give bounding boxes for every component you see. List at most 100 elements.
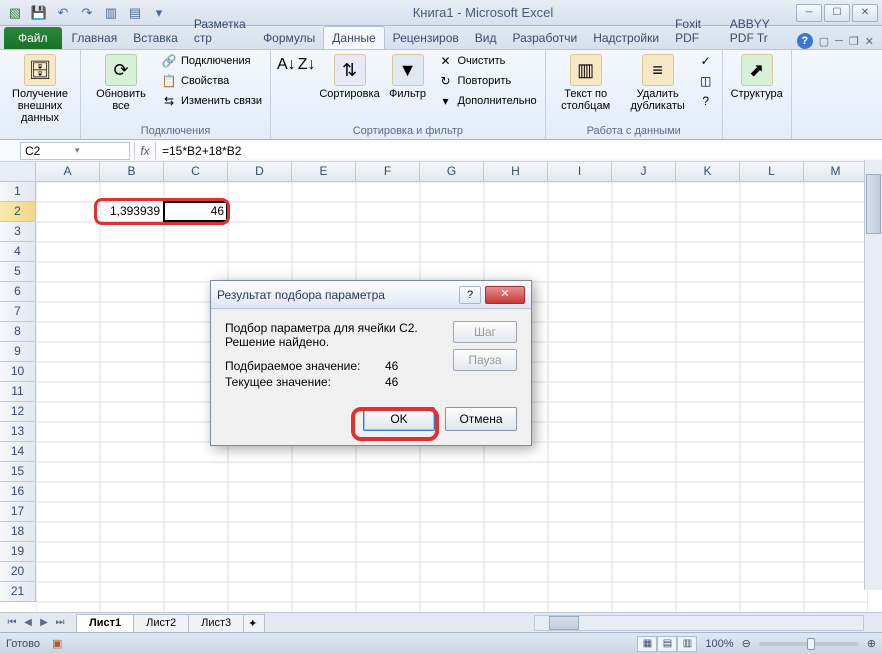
filter-button[interactable]: ▼ Фильтр [384, 52, 432, 102]
tab-review[interactable]: Рецензиров [385, 27, 467, 49]
col-header[interactable]: K [676, 162, 740, 182]
qat-icon[interactable]: ▤ [124, 3, 146, 23]
ok-button[interactable]: OK [363, 407, 435, 431]
row-header[interactable]: 19 [0, 542, 36, 562]
row-header[interactable]: 11 [0, 382, 36, 402]
row-header[interactable]: 10 [0, 362, 36, 382]
row-header[interactable]: 12 [0, 402, 36, 422]
step-button[interactable]: Шаг [453, 321, 517, 343]
zoom-level[interactable]: 100% [705, 638, 733, 650]
row-header[interactable]: 2 [0, 202, 36, 222]
fx-icon[interactable]: fx [134, 142, 156, 160]
col-header[interactable]: G [420, 162, 484, 182]
tab-addins[interactable]: Надстройки [585, 27, 667, 49]
zoom-out-icon[interactable]: ⊖ [742, 637, 751, 650]
row-header[interactable]: 20 [0, 562, 36, 582]
minimize-button[interactable]: ─ [796, 4, 822, 22]
tab-page-layout[interactable]: Разметка стр [186, 13, 255, 49]
close-button[interactable]: ✕ [852, 4, 878, 22]
page-break-view-icon[interactable]: ▥ [677, 636, 697, 652]
consolidate-icon[interactable]: ◫ [696, 72, 716, 90]
col-header[interactable]: M [804, 162, 868, 182]
next-sheet-icon[interactable]: ▶ [36, 615, 52, 631]
col-header[interactable]: J [612, 162, 676, 182]
remove-duplicates-button[interactable]: ≡ Удалить дубликаты [624, 52, 692, 114]
qat-icon[interactable]: ▥ [100, 3, 122, 23]
tab-insert[interactable]: Вставка [125, 27, 186, 49]
col-header[interactable]: C [164, 162, 228, 182]
sort-asc-icon[interactable]: A↓ [277, 56, 296, 74]
row-header[interactable]: 5 [0, 262, 36, 282]
row-header[interactable]: 7 [0, 302, 36, 322]
sort-desc-icon[interactable]: Z↓ [298, 56, 316, 74]
new-sheet-icon[interactable]: ✦ [243, 614, 265, 632]
col-header[interactable]: L [740, 162, 804, 182]
save-icon[interactable]: 💾 [28, 3, 50, 23]
clear-filter-button[interactable]: ✕Очистить [436, 52, 539, 70]
zoom-slider[interactable] [759, 642, 859, 646]
row-header[interactable]: 4 [0, 242, 36, 262]
sheet-tab[interactable]: Лист1 [76, 614, 134, 632]
name-box[interactable]: C2 ▾ [20, 142, 130, 160]
slider-thumb[interactable] [807, 638, 815, 650]
row-header[interactable]: 1 [0, 182, 36, 202]
row-header[interactable]: 3 [0, 222, 36, 242]
tab-home[interactable]: Главная [64, 27, 126, 49]
help-icon[interactable]: ? [797, 33, 813, 49]
file-tab[interactable]: Файл [4, 27, 62, 49]
scroll-thumb[interactable] [866, 174, 881, 234]
vertical-scrollbar[interactable] [864, 160, 882, 590]
col-header[interactable]: A [36, 162, 100, 182]
col-header[interactable]: B [100, 162, 164, 182]
tab-formulas[interactable]: Формулы [255, 27, 323, 49]
undo-icon[interactable]: ↶ [52, 3, 74, 23]
row-header[interactable]: 16 [0, 482, 36, 502]
row-header[interactable]: 8 [0, 322, 36, 342]
row-header[interactable]: 17 [0, 502, 36, 522]
row-header[interactable]: 14 [0, 442, 36, 462]
minimize-ribbon-icon[interactable]: ▢ [819, 35, 829, 48]
select-all-corner[interactable] [0, 162, 36, 182]
connections-button[interactable]: 🔗Подключения [159, 52, 264, 70]
advanced-filter-button[interactable]: ▾Дополнительно [436, 92, 539, 110]
data-validation-icon[interactable]: ✓ [696, 52, 716, 70]
row-header[interactable]: 6 [0, 282, 36, 302]
dialog-titlebar[interactable]: Результат подбора параметра ? ✕ [211, 281, 531, 309]
macro-record-icon[interactable]: ▣ [52, 637, 62, 650]
edit-links-button[interactable]: ⇆Изменить связи [159, 92, 264, 110]
dialog-help-icon[interactable]: ? [459, 286, 481, 304]
tab-foxit[interactable]: Foxit PDF [667, 13, 722, 49]
redo-icon[interactable]: ↷ [76, 3, 98, 23]
qat-dropdown-icon[interactable]: ▾ [148, 3, 170, 23]
get-external-data-button[interactable]: 🗄 Получение внешних данных [6, 52, 74, 126]
properties-button[interactable]: 📋Свойства [159, 72, 264, 90]
col-header[interactable]: D [228, 162, 292, 182]
sheet-tab[interactable]: Лист2 [133, 614, 189, 632]
formula-input[interactable]: =15*B2+18*B2 [156, 143, 882, 159]
cell-B2[interactable]: 1,393939 [100, 202, 164, 222]
cancel-button[interactable]: Отмена [445, 407, 517, 431]
first-sheet-icon[interactable]: ⏮ [4, 615, 20, 631]
last-sheet-icon[interactable]: ⏭ [52, 615, 68, 631]
sort-button[interactable]: ⇅ Сортировка [320, 52, 380, 102]
normal-view-icon[interactable]: ▦ [637, 636, 657, 652]
row-header[interactable]: 18 [0, 522, 36, 542]
col-header[interactable]: E [292, 162, 356, 182]
maximize-button[interactable]: ☐ [824, 4, 850, 22]
doc-restore-icon[interactable]: ❐ [849, 35, 859, 48]
doc-minimize-icon[interactable]: ─ [835, 35, 843, 47]
chevron-down-icon[interactable]: ▾ [75, 145, 125, 156]
tab-view[interactable]: Вид [467, 27, 505, 49]
horizontal-scrollbar[interactable] [534, 615, 864, 631]
row-header[interactable]: 13 [0, 422, 36, 442]
scroll-thumb[interactable] [549, 616, 579, 630]
what-if-icon[interactable]: ? [696, 92, 716, 110]
prev-sheet-icon[interactable]: ◀ [20, 615, 36, 631]
col-header[interactable]: I [548, 162, 612, 182]
row-header[interactable]: 21 [0, 582, 36, 602]
refresh-all-button[interactable]: ⟳ Обновить все [87, 52, 155, 114]
zoom-in-icon[interactable]: ⊕ [867, 637, 876, 650]
pause-button[interactable]: Пауза [453, 349, 517, 371]
dialog-close-icon[interactable]: ✕ [485, 286, 525, 304]
col-header[interactable]: H [484, 162, 548, 182]
